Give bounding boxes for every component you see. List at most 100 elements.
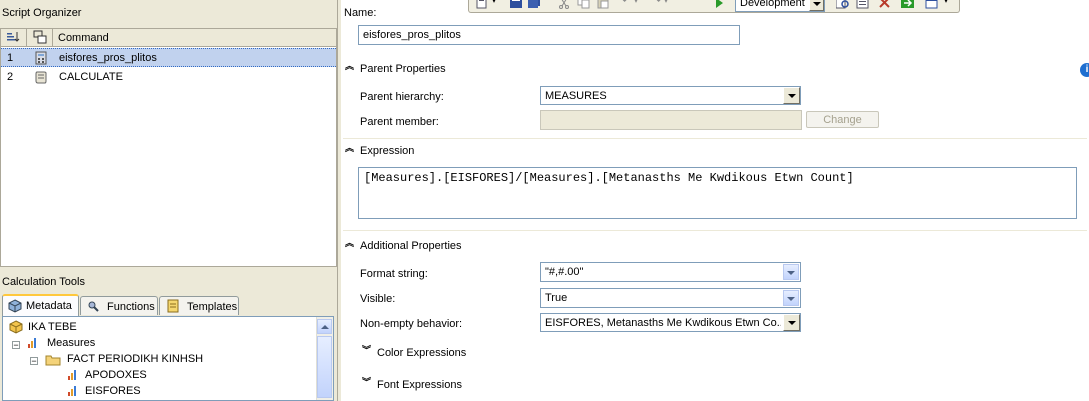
save-icon[interactable] <box>509 0 523 9</box>
script-organizer-list: Command 1 eisfores_pros_plitos 2 CALCULA… <box>0 28 337 267</box>
tree-node-label: Measures <box>47 337 96 349</box>
select-value: MEASURES <box>545 90 607 102</box>
collapse-chevron-icon: ︽ <box>345 238 355 248</box>
script-organizer-header: Command <box>1 29 336 47</box>
tab-label: Templates <box>187 301 238 313</box>
tab-metadata[interactable]: Metadata <box>2 294 79 316</box>
section-title: Color Expressions <box>377 347 467 359</box>
format-string-label: Format string: <box>360 268 428 280</box>
dropdown-button[interactable] <box>783 264 799 280</box>
parent-hierarchy-select[interactable]: MEASURES <box>540 86 801 105</box>
section-title: Expression <box>360 145 415 157</box>
dropdown-button[interactable] <box>809 0 824 11</box>
tree-node-label: EISFORES <box>85 385 141 397</box>
divider <box>343 138 1087 139</box>
undo-icon[interactable]: ↶ <box>622 0 631 7</box>
parent-member-input <box>540 110 802 130</box>
chevron-up-icon <box>321 325 329 329</box>
tree-node-label: APODOXES <box>85 369 147 381</box>
calculation-form: Name: eisfores_pros_plitos ︽ Parent Prop… <box>341 0 1089 401</box>
parent-member-label: Parent member: <box>360 116 439 128</box>
chevron-down-icon <box>787 297 795 301</box>
start-debug-icon[interactable] <box>712 0 726 9</box>
row-number: 2 <box>7 71 14 83</box>
collapse-icon[interactable]: − <box>12 341 20 350</box>
measure-bars-icon <box>68 386 76 396</box>
change-button[interactable]: Change <box>806 111 879 128</box>
toolbar: ▾ ↶ ▾ ↷ ▾ Development ▾ <box>468 0 960 13</box>
find-icon[interactable] <box>836 0 850 9</box>
measure-bars-icon <box>68 370 76 380</box>
scroll-up-button[interactable] <box>317 319 332 334</box>
copy-icon[interactable] <box>577 0 591 9</box>
left-pane: Script Organizer Command 1 eisfores_pros… <box>0 0 337 401</box>
tab-label: Metadata <box>26 300 72 312</box>
select-value: EISFORES, Metanasths Me Kwdikous Etwn Co… <box>545 317 781 329</box>
new-item-icon[interactable] <box>475 0 489 9</box>
tab-functions[interactable]: Functions <box>80 296 158 315</box>
cube-icon <box>8 299 22 313</box>
script-command-text: CALCULATE <box>59 71 123 83</box>
save-all-icon[interactable] <box>527 0 541 9</box>
collapse-chevron-icon: ︽ <box>345 61 355 71</box>
name-input[interactable]: eisfores_pros_plitos <box>358 25 740 45</box>
script-scroll-icon <box>35 71 47 84</box>
visible-label: Visible: <box>360 293 396 305</box>
visible-select[interactable]: True <box>540 288 801 308</box>
dropdown-button[interactable] <box>783 290 799 306</box>
collapse-icon[interactable]: − <box>30 357 38 366</box>
name-label: Name: <box>344 7 377 19</box>
redo-icon[interactable]: ↷ <box>652 0 661 7</box>
select-value: "#,#.00" <box>545 266 584 278</box>
dropdown-arrow-icon[interactable]: ▾ <box>634 0 638 5</box>
metadata-tree: IKA TEBE − Measures − FACT PERIODIKH KIN… <box>2 316 334 401</box>
dropdown-arrow-icon[interactable]: ▾ <box>664 0 668 5</box>
info-icon[interactable]: i <box>1080 63 1089 77</box>
non-empty-behavior-select[interactable]: EISFORES, Metanasths Me Kwdikous Etwn Co… <box>540 313 801 332</box>
non-empty-behavior-label: Non-empty behavior: <box>360 318 463 330</box>
scroll-thumb[interactable] <box>317 336 332 398</box>
properties-icon[interactable] <box>856 0 870 9</box>
section-title: Parent Properties <box>360 63 446 75</box>
paste-icon[interactable] <box>596 0 610 9</box>
tools-icon[interactable] <box>878 0 892 9</box>
chevron-down-icon <box>788 94 796 98</box>
cut-icon[interactable] <box>557 0 571 9</box>
parent-hierarchy-label: Parent hierarchy: <box>360 91 444 103</box>
dropdown-arrow-icon[interactable]: ▾ <box>492 0 496 5</box>
type-column-header[interactable] <box>27 29 53 46</box>
sort-icon <box>7 32 20 42</box>
command-header-label: Command <box>58 32 109 44</box>
expand-chevron-icon: ︾ <box>362 377 372 387</box>
calculation-tools-title: Calculation Tools <box>2 276 85 288</box>
expression-editor[interactable]: [Measures].[EISFORES]/[Measures].[Metana… <box>358 167 1077 219</box>
dropdown-button[interactable] <box>783 314 800 331</box>
dropdown-button[interactable] <box>783 87 800 104</box>
command-type-icon <box>33 30 47 44</box>
window-icon[interactable] <box>925 0 939 9</box>
divider <box>343 230 1087 231</box>
chevron-down-icon <box>787 271 795 275</box>
section-title: Additional Properties <box>360 240 462 252</box>
templates-icon <box>167 299 179 313</box>
dropdown-arrow-icon[interactable]: ▾ <box>944 0 948 5</box>
horizontal-splitter[interactable] <box>0 268 337 272</box>
environment-select[interactable]: Development <box>735 0 825 12</box>
measure-bars-icon <box>28 338 36 348</box>
script-row-2[interactable]: 2 CALCULATE <box>1 68 336 87</box>
command-column-header[interactable]: Command <box>53 29 336 46</box>
cube-icon <box>9 320 23 334</box>
deploy-icon[interactable] <box>901 0 915 9</box>
functions-icon <box>88 301 99 312</box>
chevron-down-icon <box>788 321 796 325</box>
sort-column-header[interactable] <box>1 29 27 46</box>
tree-node-label: FACT PERIODIKH KINHSH <box>67 353 204 365</box>
expand-chevron-icon: ︾ <box>362 345 372 355</box>
script-command-text: eisfores_pros_plitos <box>59 52 157 64</box>
tab-templates[interactable]: Templates <box>159 296 239 315</box>
collapse-chevron-icon: ︽ <box>345 143 355 153</box>
tree-scrollbar[interactable] <box>316 317 333 400</box>
script-row-1[interactable]: 1 eisfores_pros_plitos <box>1 48 336 67</box>
section-title: Font Expressions <box>377 379 462 391</box>
format-string-select[interactable]: "#,#.00" <box>540 262 801 282</box>
